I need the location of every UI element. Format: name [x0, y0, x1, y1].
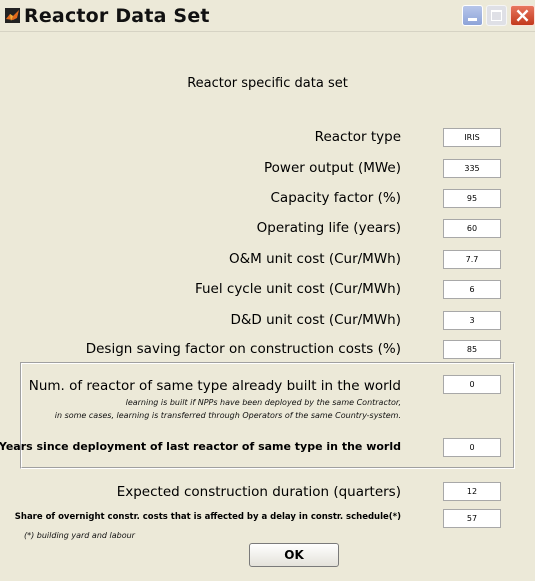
construction-duration-label: Expected construction duration (quarters…: [116, 484, 401, 500]
reactor-type-label: Reactor type: [314, 129, 401, 145]
minimize-button[interactable]: [462, 5, 483, 26]
close-button[interactable]: ×: [510, 3, 535, 27]
operating-life-field[interactable]: 60: [443, 219, 501, 238]
capacity-factor-label: Capacity factor (%): [270, 190, 402, 206]
fuel-cycle-cost-field[interactable]: 6: [443, 280, 501, 299]
matlab-icon: [5, 8, 20, 23]
dd-cost-label: D&D unit cost (Cur/MWh): [230, 312, 401, 328]
power-output-field[interactable]: 335: [443, 159, 501, 178]
construction-duration-field[interactable]: 12: [443, 482, 501, 501]
power-output-label: Power output (MWe): [264, 160, 401, 176]
num-reactors-field[interactable]: 0: [443, 375, 501, 394]
om-cost-field[interactable]: 7.7: [443, 250, 501, 269]
learning-note-line1: learning is built if NPPs have been depl…: [125, 398, 401, 407]
footnote: (*) building yard and labour: [24, 531, 135, 540]
num-reactors-label: Num. of reactor of same type already bui…: [28, 378, 401, 394]
fuel-cycle-cost-label: Fuel cycle unit cost (Cur/MWh): [194, 281, 401, 297]
title-bar: Reactor Data Set ×: [0, 0, 535, 32]
design-saving-field[interactable]: 85: [443, 340, 501, 359]
om-cost-label: O&M unit cost (Cur/MWh): [228, 251, 401, 267]
operating-life-label: Operating life (years): [256, 220, 401, 236]
design-saving-label: Design saving factor on construction cos…: [85, 341, 401, 357]
dd-cost-field[interactable]: 3: [443, 311, 501, 330]
ok-button[interactable]: OK: [249, 543, 339, 567]
minimize-icon: [468, 18, 477, 21]
reactor-type-field[interactable]: IRIS: [443, 128, 501, 147]
overnight-share-label: Share of overnight constr. costs that is…: [14, 512, 401, 522]
window-title: Reactor Data Set: [24, 5, 210, 27]
years-since-label: Years since deployment of last reactor o…: [0, 440, 401, 453]
reactor-data-window: Reactor Data Set × Reactor specific data…: [0, 0, 535, 581]
maximize-icon: [491, 10, 502, 21]
maximize-button[interactable]: [486, 5, 507, 26]
close-icon: ×: [514, 3, 531, 27]
capacity-factor-field[interactable]: 95: [443, 189, 501, 208]
learning-note-line2: in some cases, learning is transferred t…: [54, 411, 401, 420]
years-since-field[interactable]: 0: [443, 438, 501, 457]
page-heading: Reactor specific data set: [187, 76, 348, 91]
overnight-share-field[interactable]: 57: [443, 509, 501, 528]
